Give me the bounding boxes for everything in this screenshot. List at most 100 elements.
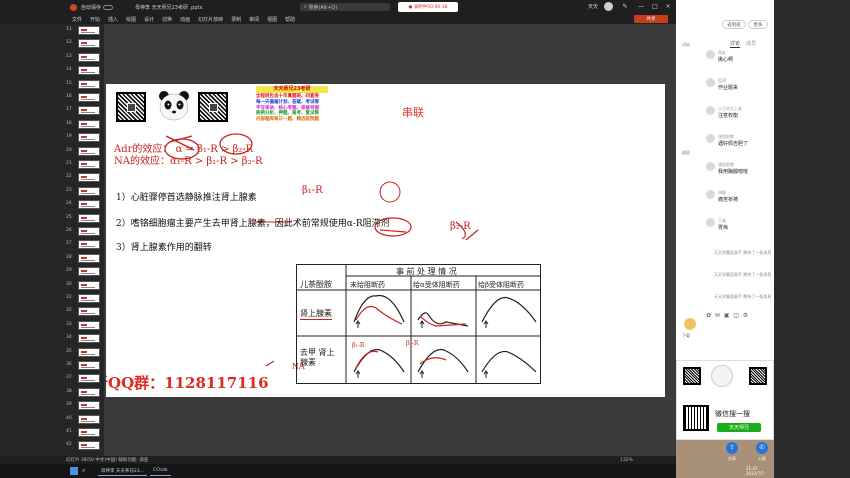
slide-thumbnail[interactable]: 13 (64, 52, 104, 63)
slide-number: 20 (66, 147, 72, 153)
slide-thumbnail[interactable]: 25 (64, 213, 104, 224)
slide-thumbnail[interactable]: 32 (64, 307, 104, 317)
rebate-button[interactable]: 返利班 (722, 20, 746, 29)
slide-thumbnail[interactable]: 30 (64, 280, 104, 291)
slide-thumbnail[interactable]: 41 (64, 428, 104, 438)
slide-thumbnail[interactable]: 39 (64, 401, 104, 411)
slide-preview (78, 307, 100, 317)
side-discussion[interactable]: 讨论 (680, 42, 692, 48)
slide-thumbnail[interactable]: 28 (64, 253, 104, 264)
slide-thumbnail[interactable]: 42 (64, 441, 104, 451)
slide-thumbnail[interactable]: 34 (64, 334, 104, 344)
user-avatar[interactable] (604, 2, 613, 11)
image-icon[interactable]: ▣ (724, 312, 730, 319)
menu-transitions[interactable]: 切换 (162, 16, 172, 23)
autosave-toggle[interactable] (103, 4, 114, 10)
slide-thumbnail[interactable]: 27 (64, 240, 104, 250)
slide-thumbnail[interactable]: 15 (64, 79, 104, 90)
maximize-icon[interactable]: □ (650, 2, 660, 12)
slide-thumbnail[interactable]: 31 (64, 294, 104, 304)
menu-home[interactable]: 开始 (90, 16, 100, 23)
menu-review[interactable]: 审阅 (249, 16, 259, 23)
current-slide[interactable]: 天天师兄23考研 全程班包含十年真题班、四套卷 每一天循循计划、答疑、考试等 手… (106, 84, 665, 397)
wechat-search-button[interactable]: 天天师兄 (717, 423, 761, 432)
minimize-icon[interactable]: — (636, 2, 646, 12)
avatar (706, 78, 715, 87)
taskbar-cctalk[interactable]: CCtalk (150, 466, 171, 476)
screen: 自动保存 母神李 天天师兄23考研 .pptx ⌕ 搜索(Alt+Q) ● 录制… (0, 0, 850, 478)
menu-design[interactable]: 设计 (144, 16, 154, 23)
powerpoint-icon (70, 3, 77, 11)
close-icon[interactable]: × (663, 2, 673, 12)
slide-thumbnail[interactable]: 29 (64, 267, 104, 277)
menu-help[interactable]: 帮助 (285, 16, 295, 23)
settings-icon[interactable]: ⚙ (743, 312, 748, 319)
slide-thumbnail[interactable]: 23 (64, 186, 104, 197)
slide-thumbnail[interactable]: 17 (64, 106, 104, 116)
menu-animations[interactable]: 动画 (180, 16, 190, 23)
slide-number: 40 (66, 415, 72, 421)
slide-thumbnail[interactable]: 18 (64, 119, 104, 130)
avatar (706, 190, 715, 199)
slide-thumbnail[interactable]: 38 (64, 387, 104, 398)
menu-view[interactable]: 视图 (267, 16, 277, 23)
tab-discussion[interactable]: 讨论 (730, 40, 741, 48)
chat-icon[interactable]: ✉ (715, 312, 720, 319)
handup-avatar[interactable] (684, 318, 696, 330)
slide-thumbnail[interactable]: 35 (64, 347, 104, 358)
slide-thumbnail[interactable]: 37 (64, 374, 104, 384)
menu-file[interactable]: 文件 (72, 16, 82, 23)
menu-slideshow[interactable]: 幻灯片放映 (198, 16, 223, 23)
experiment-table: 儿茶酚胺 事 前 处 理 情 况 未给阻断药 给α受体阻断药 给β受体阻断药 肾… (296, 264, 541, 384)
search-box[interactable]: ⌕ 搜索(Alt+Q) (300, 3, 390, 11)
desktop-background (774, 0, 850, 478)
slide-thumbnail[interactable]: 14 (64, 66, 104, 76)
slide-thumbnail[interactable]: 16 (64, 93, 104, 103)
slide-preview (78, 267, 100, 277)
slide-thumbnail[interactable]: 26 (64, 227, 104, 237)
flower-icon[interactable]: ✿ (706, 312, 711, 319)
menu-draw[interactable]: 绘图 (126, 16, 136, 23)
slide-preview (78, 401, 100, 411)
search-placeholder: 搜索(Alt+Q) (308, 4, 338, 11)
slide-thumbnail[interactable]: 21 (64, 160, 104, 170)
slide-number: 42 (66, 442, 72, 448)
slide-thumbnail[interactable]: 40 (64, 414, 104, 425)
slide-preview (78, 374, 100, 384)
share-button[interactable]: 共享 (634, 15, 668, 23)
gift-icon[interactable]: ◫ (733, 312, 739, 319)
reaction-bar: ✿ ✉ ▣ ◫ ⚙ (706, 312, 772, 322)
slide-preview (78, 106, 100, 116)
slide-preview (78, 52, 100, 62)
slide-preview (78, 173, 100, 183)
more-button[interactable]: 更多 (748, 20, 768, 29)
zoom-level[interactable]: 132% (620, 458, 633, 463)
slide-preview (78, 186, 100, 196)
slide-thumbnail[interactable]: 24 (64, 200, 104, 210)
taskbar-powerpoint[interactable]: 母神李 天天师兄23... (98, 466, 147, 476)
slide-thumbnail[interactable]: 19 (64, 133, 104, 143)
share-icon[interactable]: ⇪ (726, 442, 738, 454)
chat-text: 痛苦祈祷 (718, 197, 739, 203)
slide-thumbnail[interactable]: 20 (64, 146, 104, 157)
slide-thumbnail[interactable]: 22 (64, 173, 104, 183)
slide-number: 39 (66, 402, 72, 408)
tab-members[interactable]: 成员 (746, 40, 756, 47)
slide-number: 26 (66, 228, 72, 233)
start-icon[interactable] (70, 467, 78, 475)
search-icon[interactable]: ⌕ (82, 467, 92, 475)
slide-thumbnail[interactable]: 12 (64, 39, 104, 49)
menu-record[interactable]: 录制 (231, 16, 241, 23)
side-members[interactable]: 成员 (680, 150, 692, 156)
join-group-icon[interactable]: ✆ (756, 442, 768, 454)
more-label: 更多 (753, 22, 763, 28)
slide-thumbnail[interactable]: 36 (64, 361, 104, 371)
recording-indicator[interactable]: ● 录制中00:06:38 (398, 2, 458, 12)
slide-thumbnail[interactable]: 33 (64, 320, 104, 331)
system-message: 天天学霸君高手 期待了一条消息 (714, 250, 772, 255)
menu-insert[interactable]: 插入 (108, 16, 118, 23)
taskbar: ⌕ 母神李 天天师兄23... CCtalk (0, 464, 676, 478)
slide-number: 15 (66, 80, 72, 86)
pen-icon[interactable]: ✎ (620, 2, 630, 12)
slide-thumbnail[interactable]: 11 (64, 26, 104, 36)
